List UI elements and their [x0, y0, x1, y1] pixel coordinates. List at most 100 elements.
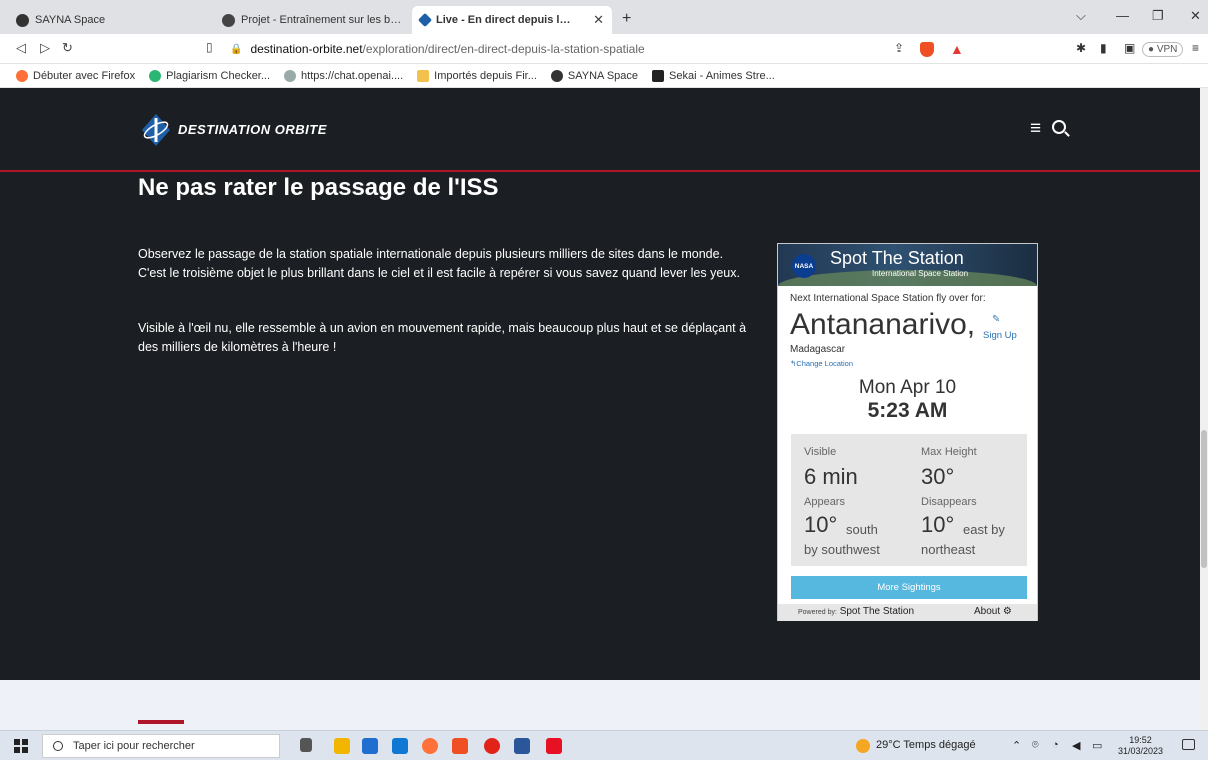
bookmark-sekai[interactable]: Sekai - Animes Stre...: [652, 69, 775, 82]
brave-icon[interactable]: [452, 738, 468, 754]
windows-taskbar: Taper ici pour rechercher 29°C Temps dég…: [0, 730, 1208, 760]
disappears-value: 10°: [921, 512, 955, 537]
windows-start-icon[interactable]: [14, 739, 28, 753]
volume-muted-icon[interactable]: ◀: [1072, 739, 1080, 752]
brave-rewards-icon[interactable]: ▲: [950, 41, 964, 57]
search-icon: [53, 741, 63, 751]
navigation-bar: ◁ ▷ ↻ ▯ 🔒 destination-orbite.net /explor…: [0, 34, 1208, 64]
tab-live-iss[interactable]: Live - En direct depuis l'ISS ✕: [412, 6, 612, 34]
bookmark-sayna[interactable]: SAYNA Space: [550, 69, 638, 82]
share-icon[interactable]: ⇪: [894, 41, 904, 55]
store-icon[interactable]: [362, 738, 378, 754]
weather-icon[interactable]: [856, 739, 870, 753]
menu-icon[interactable]: ≡: [1192, 41, 1199, 55]
bookmark-label: Sekai - Animes Stre...: [669, 69, 775, 82]
bookmark-label: https://chat.openai....: [301, 69, 404, 82]
tab-title: Live - En direct depuis l'ISS: [436, 14, 572, 26]
site-header: DESTINATION ORBITE ≡: [0, 88, 1208, 172]
bookmark-label: Plagiarism Checker...: [166, 69, 271, 82]
appears-label: Appears: [804, 496, 845, 508]
visible-label: Visible: [804, 446, 837, 458]
next-flyover-label: Next International Space Station fly ove…: [790, 293, 986, 304]
extensions-icon[interactable]: ✱: [1076, 41, 1086, 55]
about-link[interactable]: About ⚙: [974, 606, 1012, 617]
site-favicon-icon: [16, 13, 29, 27]
close-window-button[interactable]: ✕: [1190, 8, 1201, 24]
red-app-icon[interactable]: [546, 738, 562, 754]
url-path: /exploration/direct/en-direct-depuis-la-…: [362, 42, 645, 56]
vpn-button[interactable]: ● VPN: [1142, 42, 1184, 57]
openai-icon: [284, 69, 297, 82]
file-explorer-icon[interactable]: [334, 738, 350, 754]
bookmark-openai[interactable]: https://chat.openai....: [284, 69, 404, 82]
tray-chevron-icon[interactable]: ⌃: [1012, 739, 1021, 752]
page-scrollbar[interactable]: [1200, 88, 1208, 730]
destination-orbite-logo-icon[interactable]: [140, 112, 172, 148]
visible-value: 6 min: [804, 464, 858, 489]
tab-sayna-space[interactable]: SAYNA Space: [8, 6, 204, 34]
search-icon[interactable]: [1052, 120, 1066, 134]
more-sightings-button[interactable]: More Sightings: [791, 576, 1027, 599]
appears-direction: south: [846, 522, 878, 537]
bookmark-label: Débuter avec Firefox: [33, 69, 136, 82]
brave-shields-icon[interactable]: [920, 42, 934, 57]
mail-icon[interactable]: [392, 738, 408, 754]
bookmark-folder[interactable]: Importés depuis Fir...: [417, 69, 537, 82]
edit-icon[interactable]: ✎: [992, 314, 1000, 325]
sayna-icon: [550, 69, 563, 82]
new-tab-button[interactable]: +: [622, 10, 631, 28]
widget-subtitle: International Space Station: [872, 269, 969, 278]
sighting-stats: Visible 6 min Max Height 30° Appears 10°…: [791, 434, 1027, 566]
bookmarks-bar: Débuter avec Firefox Plagiarism Checker.…: [0, 64, 1208, 88]
taskbar-search-placeholder: Taper ici pour rechercher: [73, 740, 195, 752]
opera-icon[interactable]: [484, 738, 500, 754]
city-name: Antananarivo,: [790, 308, 976, 341]
forward-button[interactable]: ▷: [40, 40, 50, 56]
notification-icon[interactable]: [1182, 739, 1195, 750]
minimize-button[interactable]: —: [1116, 8, 1129, 23]
clock-date: 31/03/2023: [1118, 746, 1164, 756]
task-view-icon[interactable]: [300, 738, 312, 752]
word-icon[interactable]: [514, 738, 530, 754]
site-brand[interactable]: DESTINATION ORBITE: [178, 122, 327, 137]
lock-icon: 🔒: [230, 43, 243, 55]
change-location-link[interactable]: ↰Change Location: [790, 359, 853, 368]
widget-banner: NASA Spot The Station International Spac…: [778, 244, 1037, 286]
firefox-icon[interactable]: [422, 738, 438, 754]
taskbar-search-box[interactable]: Taper ici pour rechercher: [42, 734, 280, 758]
web-page: DESTINATION ORBITE ≡ Ne pas rater le pas…: [0, 88, 1208, 730]
keyboard-icon[interactable]: ▭: [1092, 739, 1102, 752]
restore-button[interactable]: ❐: [1152, 8, 1164, 24]
bookmark-firefox[interactable]: Débuter avec Firefox: [16, 69, 136, 82]
country-name: Madagascar: [790, 344, 846, 355]
widget-title: Spot The Station: [830, 248, 964, 268]
close-tab-icon[interactable]: ✕: [593, 12, 604, 28]
network-icon[interactable]: ⌾: [1032, 739, 1039, 752]
powered-by-label: Powered by:: [798, 609, 837, 616]
bookmark-plagiarism[interactable]: Plagiarism Checker...: [149, 69, 271, 82]
sighting-time: 5:23 AM: [867, 399, 948, 422]
reload-button[interactable]: ↻: [62, 40, 73, 56]
system-clock[interactable]: 19:52 31/03/2023: [1118, 735, 1163, 757]
site-favicon-icon: [222, 13, 235, 27]
scrollbar-thumb[interactable]: [1201, 430, 1207, 568]
nasa-logo-icon: NASA: [792, 254, 816, 278]
tab-projet[interactable]: Projet - Entraînement sur les bases d'i: [214, 6, 410, 34]
wifi-icon[interactable]: ◔: [1052, 739, 1059, 751]
wallet-icon[interactable]: ▣: [1124, 41, 1135, 55]
weather-text[interactable]: 29°C Temps dégagé: [876, 739, 976, 751]
hamburger-menu-icon[interactable]: ≡: [1030, 118, 1041, 140]
tab-list-chevron-icon[interactable]: ⌵: [1076, 8, 1086, 24]
spot-the-station-widget: NASA Spot The Station International Spac…: [777, 243, 1038, 621]
back-button[interactable]: ◁: [16, 40, 26, 56]
bookmark-icon[interactable]: ▯: [206, 40, 213, 54]
sign-up-link[interactable]: Sign Up: [983, 330, 1017, 341]
sidebar-icon[interactable]: ▮: [1100, 41, 1107, 55]
disappears-direction: east by: [963, 522, 1005, 537]
tab-title: Projet - Entraînement sur les bases d'i: [241, 14, 402, 26]
disappears-label: Disappears: [921, 496, 977, 508]
address-bar[interactable]: 🔒 destination-orbite.net /exploration/di…: [226, 38, 986, 60]
powered-by[interactable]: Powered by: Spot The Station: [798, 606, 914, 617]
intro-paragraph: Observez le passage de la station spatia…: [138, 247, 740, 280]
bookmark-label: Importés depuis Fir...: [434, 69, 537, 82]
